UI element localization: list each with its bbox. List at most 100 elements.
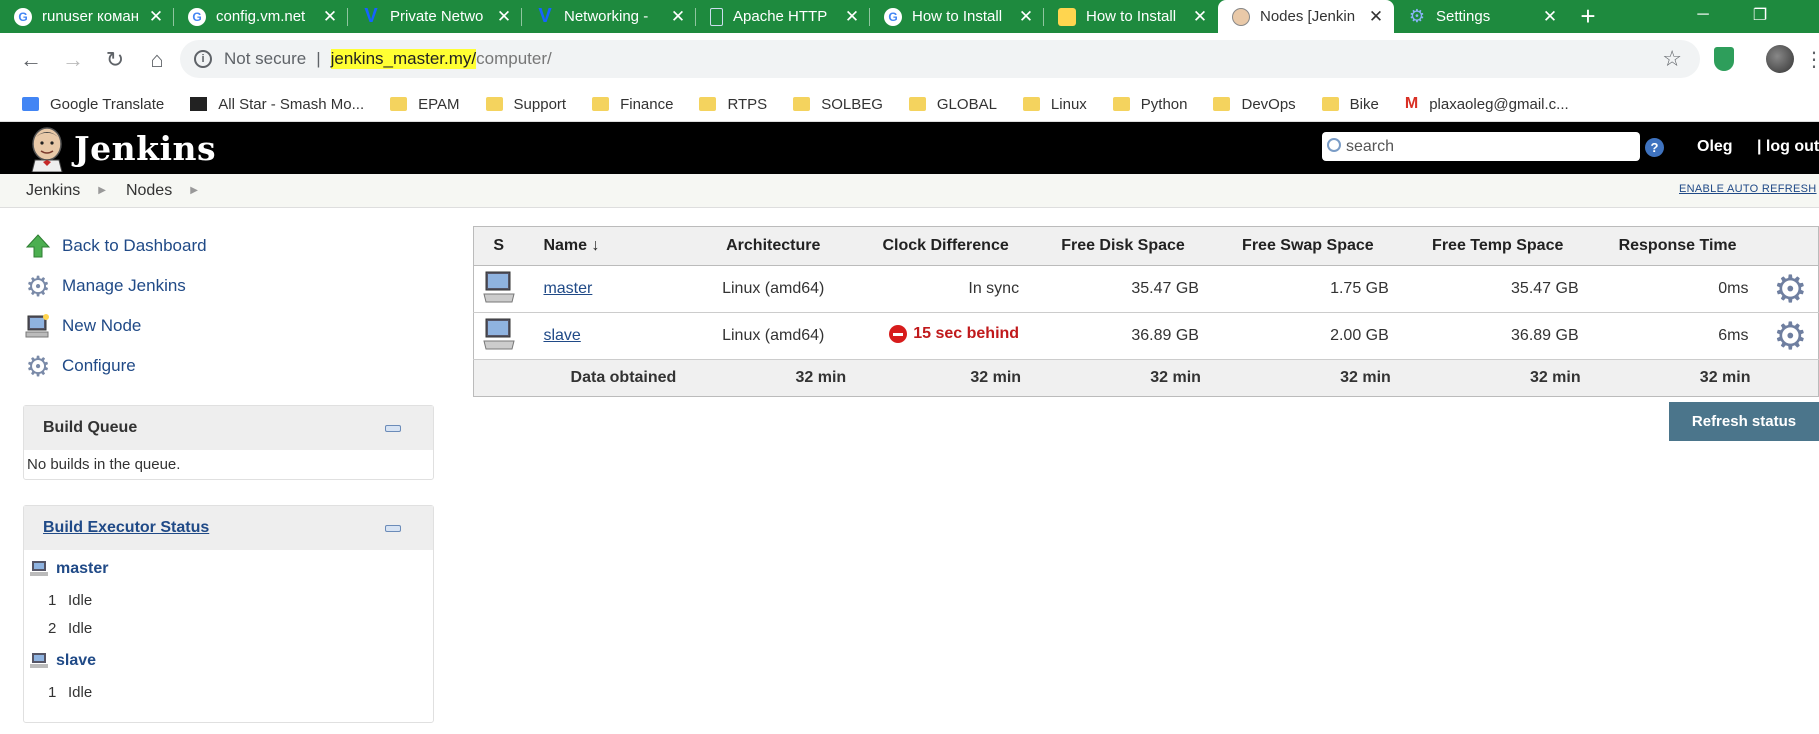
data-obtained-value: 32 min (858, 359, 1034, 397)
bookmark[interactable]: Finance (592, 96, 673, 113)
browser-tab[interactable]: G How to Install ✕ (870, 0, 1044, 33)
browser-tab-strip: G runuser коман ✕ G config.vm.net ✕ V Pr… (0, 0, 1819, 33)
avatar[interactable] (1766, 45, 1794, 73)
column-response-time[interactable]: Response Time (1592, 226, 1763, 266)
user-link[interactable]: Oleg (1697, 138, 1733, 156)
browser-tab[interactable]: ⚙ Settings ✕ (1394, 0, 1568, 33)
task-new-node[interactable]: New Node (24, 306, 434, 346)
executor-node[interactable]: slave (30, 652, 433, 670)
gmail-icon: M (1404, 95, 1419, 112)
shield-extension-icon[interactable] (1714, 47, 1734, 71)
executor-node[interactable]: master (30, 560, 433, 578)
node-temp: 35.47 GB (1402, 265, 1593, 313)
breadcrumb: Jenkins ▶ Nodes ▶ ENABLE AUTO REFRESH (0, 174, 1819, 208)
folder-icon (592, 97, 610, 111)
bookmark[interactable]: Linux (1022, 96, 1087, 113)
breadcrumb-jenkins[interactable]: Jenkins (26, 182, 80, 200)
column-architecture[interactable]: Architecture (688, 226, 859, 266)
pane-title[interactable]: Build Executor Status (43, 519, 209, 537)
browser-tab[interactable]: Apache HTTP ✕ (696, 0, 870, 33)
back-icon[interactable]: ← (12, 41, 50, 79)
close-icon[interactable]: ✕ (322, 7, 338, 27)
node-link-master[interactable]: master (543, 280, 592, 297)
build-queue-empty: No builds in the queue. (27, 456, 181, 473)
gear-icon[interactable]: ⚙ (1762, 312, 1819, 360)
browser-tab[interactable]: V Networking - ✕ (522, 0, 696, 33)
folder-icon (793, 97, 811, 111)
close-icon[interactable]: ✕ (1368, 7, 1384, 27)
bookmark[interactable]: Support (485, 96, 566, 113)
column-clock-difference[interactable]: Clock Difference (858, 226, 1034, 266)
bookmark[interactable]: All Star - Smash Mo... (190, 96, 364, 113)
bookmark[interactable]: Mplaxaoleg@gmail.c... (1405, 95, 1569, 113)
column-free-swap[interactable]: Free Swap Space (1212, 226, 1403, 266)
column-name[interactable]: Name ↓ (523, 226, 689, 266)
address-bar[interactable]: i Not secure | jenkins_master.my/compute… (180, 40, 1700, 78)
close-icon[interactable]: ✕ (1192, 7, 1208, 27)
data-obtained-value: 32 min (1402, 359, 1593, 397)
reload-icon[interactable]: ↻ (96, 41, 134, 79)
close-icon[interactable]: ✕ (496, 7, 512, 27)
folder-icon (1112, 97, 1130, 111)
folder-icon (1321, 97, 1339, 111)
gear-icon[interactable]: ⚙ (1762, 265, 1819, 313)
column-free-disk[interactable]: Free Disk Space (1033, 226, 1213, 266)
close-icon[interactable]: ✕ (1018, 7, 1034, 27)
node-swap: 1.75 GB (1212, 265, 1403, 313)
gear-icon: ⚙ (25, 270, 51, 302)
computer-icon (483, 318, 515, 349)
executor-state: Idle (68, 683, 93, 701)
close-icon[interactable]: ✕ (148, 7, 164, 27)
close-icon[interactable]: ✕ (670, 7, 686, 27)
node-arch: Linux (amd64) (688, 265, 859, 313)
jenkins-butler-icon[interactable] (26, 124, 68, 172)
browser-tab[interactable]: G config.vm.net ✕ (174, 0, 348, 33)
bookmark[interactable]: SOLBEG (793, 96, 883, 113)
task-back-to-dashboard[interactable]: Back to Dashboard (24, 226, 434, 266)
bookmark-label: DevOps (1241, 95, 1296, 113)
task-configure[interactable]: ⚙ Configure (24, 346, 434, 386)
minimize-button[interactable]: ─ (1675, 0, 1731, 30)
refresh-status-button[interactable]: Refresh status (1669, 402, 1819, 441)
chevron-right-icon: ▶ (190, 185, 198, 196)
star-icon[interactable]: ☆ (1662, 46, 1682, 72)
browser-tab[interactable]: How to Install ✕ (1044, 0, 1218, 33)
browser-tab[interactable]: G runuser коман ✕ (0, 0, 174, 33)
close-icon[interactable]: ✕ (1542, 7, 1558, 27)
bookmark[interactable]: RTPS (699, 96, 767, 113)
bookmark[interactable]: Python (1112, 96, 1187, 113)
collapse-icon[interactable] (385, 425, 401, 432)
bookmark[interactable]: Google Translate (22, 96, 164, 113)
close-icon[interactable]: ✕ (844, 7, 860, 27)
search-input[interactable]: search (1322, 132, 1640, 161)
bookmark[interactable]: DevOps (1213, 95, 1296, 113)
menu-icon[interactable]: ⋮ (1804, 47, 1819, 72)
info-icon[interactable]: i (194, 50, 212, 68)
bookmark[interactable]: EPAM (390, 96, 460, 113)
executor-row: 1 Idle (24, 586, 433, 614)
table-row: slave Linux (amd64) 15 sec behind 36.89 … (473, 312, 1819, 360)
browser-tab-active[interactable]: Nodes [Jenkin ✕ (1218, 0, 1394, 33)
bookmark[interactable]: GLOBAL (908, 96, 997, 113)
collapse-icon[interactable] (385, 525, 401, 532)
help-icon[interactable]: ? (1645, 138, 1664, 157)
jenkins-icon (1232, 7, 1250, 26)
maximize-button[interactable]: ❐ (1732, 0, 1788, 30)
home-icon[interactable]: ⌂ (138, 41, 176, 79)
bookmark[interactable]: Bike (1321, 96, 1379, 113)
task-manage-jenkins[interactable]: ⚙ Manage Jenkins (24, 266, 434, 306)
folder-icon (1022, 97, 1040, 111)
breadcrumb-nodes[interactable]: Nodes (126, 182, 172, 200)
column-status[interactable]: S (473, 226, 524, 266)
node-link-slave[interactable]: slave (543, 327, 580, 344)
logout-link[interactable]: | log out (1757, 138, 1819, 156)
node-swap: 2.00 GB (1212, 312, 1403, 360)
jenkins-logo[interactable]: Jenkins (74, 129, 216, 168)
page-icon (710, 7, 723, 26)
forward-icon[interactable]: → (54, 41, 92, 79)
new-tab-button[interactable]: + (1568, 0, 1608, 33)
browser-tab[interactable]: V Private Netwo ✕ (348, 0, 522, 33)
enable-auto-refresh-link[interactable]: ENABLE AUTO REFRESH (1679, 183, 1817, 195)
column-free-temp[interactable]: Free Temp Space (1402, 226, 1593, 266)
tab-title: How to Install (1086, 8, 1177, 25)
